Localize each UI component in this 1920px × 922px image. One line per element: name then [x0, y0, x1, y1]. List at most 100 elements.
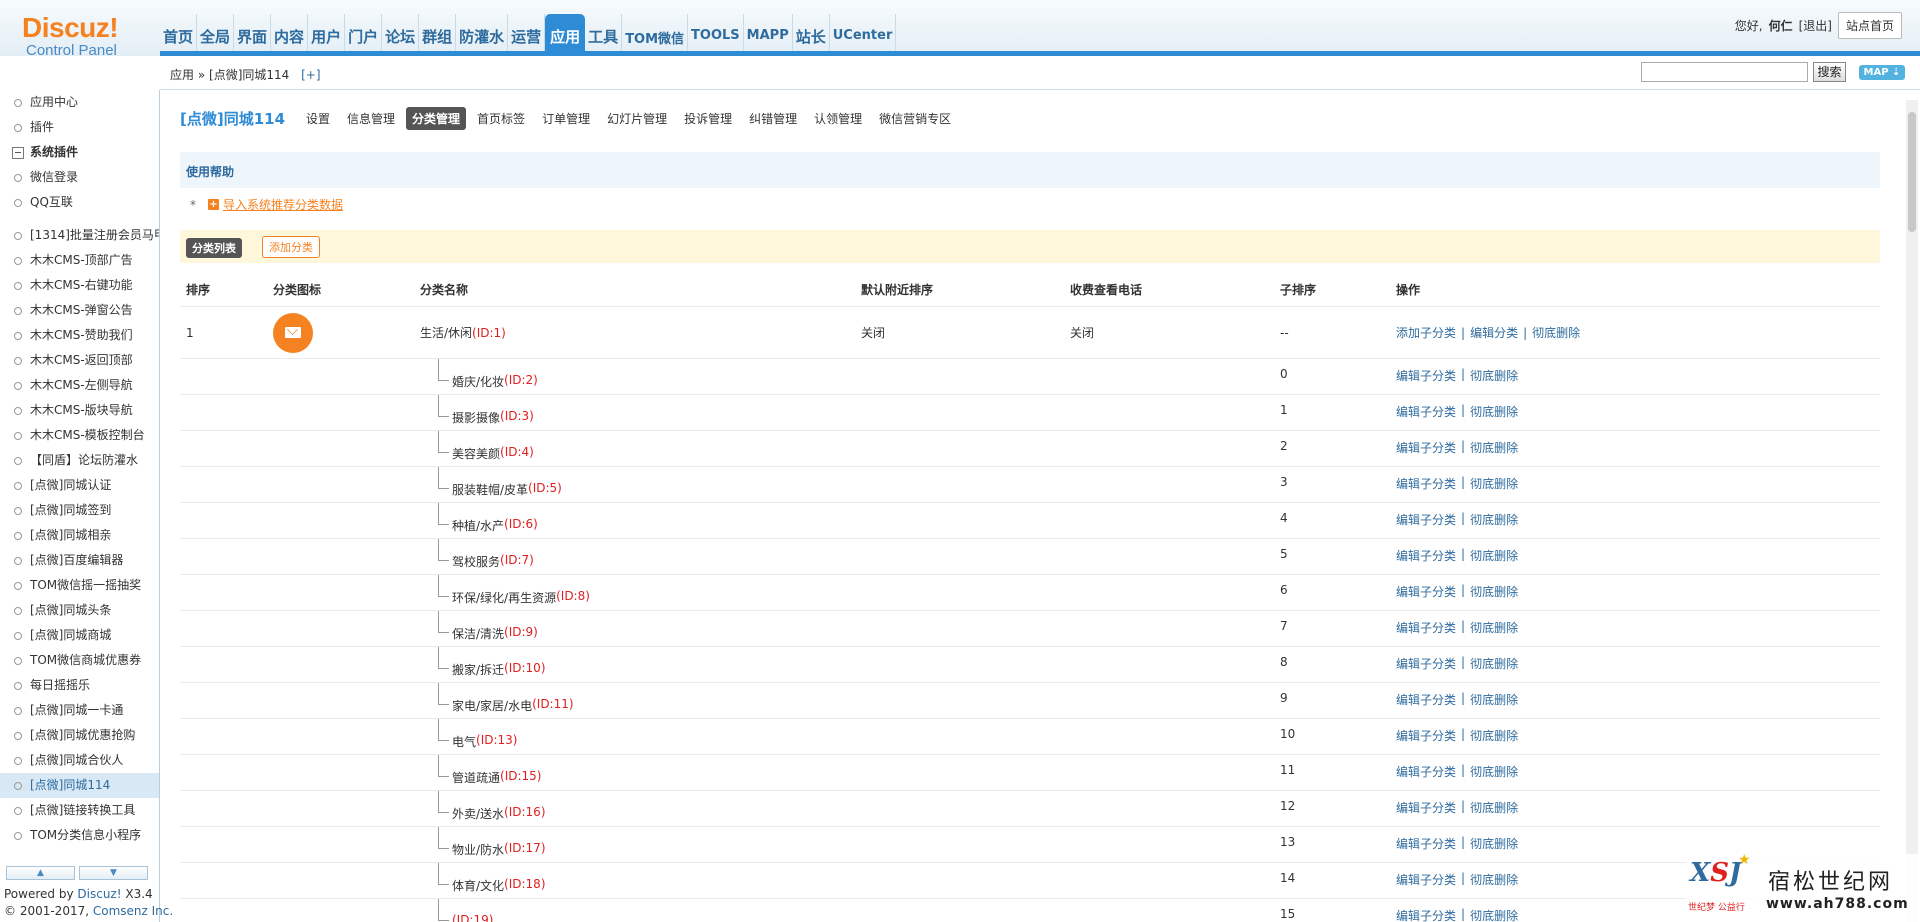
nav-item-7[interactable]: 群组: [419, 14, 457, 51]
sidebar-item[interactable]: [点微]同城头条: [0, 598, 159, 623]
sidebar-item[interactable]: 木木CMS-左侧导航: [0, 373, 159, 398]
logout-link[interactable]: [退出]: [1799, 17, 1832, 34]
sidebar-item[interactable]: 木木CMS-赞助我们: [0, 323, 159, 348]
sidebar-item[interactable]: [点微]链接转换工具: [0, 798, 159, 823]
edit-subcategory-link[interactable]: 编辑子分类: [1396, 871, 1456, 888]
sidebar-item[interactable]: [点微]同城商城: [0, 623, 159, 648]
delete-category-link[interactable]: 彻底删除: [1470, 727, 1518, 744]
sidebar-item[interactable]: 木木CMS-右键功能: [0, 273, 159, 298]
category-list-button[interactable]: 分类列表: [186, 238, 242, 258]
nav-item-15[interactable]: 站长: [793, 14, 830, 51]
add-category-button[interactable]: 添加分类: [262, 236, 320, 258]
breadcrumb-root[interactable]: 应用: [170, 68, 194, 82]
nav-item-2[interactable]: 界面: [234, 14, 272, 51]
edit-subcategory-link[interactable]: 编辑子分类: [1396, 619, 1456, 636]
nav-item-0[interactable]: 首页: [160, 14, 198, 51]
nav-item-16[interactable]: UCenter: [830, 14, 897, 51]
tab-9[interactable]: 微信营销专区: [873, 107, 957, 130]
edit-category-link[interactable]: 编辑分类: [1470, 324, 1518, 341]
edit-subcategory-link[interactable]: 编辑子分类: [1396, 547, 1456, 564]
discuz-logo[interactable]: Discuz! Control Panel: [22, 14, 142, 60]
delete-category-link[interactable]: 彻底删除: [1470, 403, 1518, 420]
tab-6[interactable]: 投诉管理: [678, 107, 738, 130]
sidebar-item[interactable]: [点微]同城一卡通: [0, 698, 159, 723]
edit-subcategory-link[interactable]: 编辑子分类: [1396, 655, 1456, 672]
tab-4[interactable]: 订单管理: [536, 107, 596, 130]
delete-category-link[interactable]: 彻底删除: [1470, 691, 1518, 708]
nav-item-3[interactable]: 内容: [271, 14, 309, 51]
sidebar-item[interactable]: [点微]同城114: [0, 773, 159, 798]
edit-subcategory-link[interactable]: 编辑子分类: [1396, 727, 1456, 744]
search-input[interactable]: [1641, 62, 1808, 82]
edit-subcategory-link[interactable]: 编辑子分类: [1396, 691, 1456, 708]
sidebar-item[interactable]: 木木CMS-返回顶部: [0, 348, 159, 373]
nav-item-8[interactable]: 防灌水: [456, 14, 509, 51]
delete-category-link[interactable]: 彻底删除: [1470, 547, 1518, 564]
tab-7[interactable]: 纠错管理: [743, 107, 803, 130]
edit-subcategory-link[interactable]: 编辑子分类: [1396, 583, 1456, 600]
sidebar-item[interactable]: TOM分类信息小程序: [0, 823, 159, 848]
edit-subcategory-link[interactable]: 编辑子分类: [1396, 475, 1456, 492]
sidebar-item[interactable]: 【同盾】论坛防灌水: [0, 448, 159, 473]
tab-2[interactable]: 分类管理: [406, 107, 467, 130]
nav-item-14[interactable]: MAPP: [744, 14, 793, 51]
sidebar-item[interactable]: [点微]百度编辑器: [0, 548, 159, 573]
delete-category-link[interactable]: 彻底删除: [1470, 799, 1518, 816]
sidebar-item[interactable]: 木木CMS-顶部广告: [0, 248, 159, 273]
sidebar-item[interactable]: 插件: [0, 115, 159, 140]
scrollbar-thumb[interactable]: [1908, 112, 1916, 232]
delete-category-link[interactable]: 彻底删除: [1470, 871, 1518, 888]
sidebar-item[interactable]: 木木CMS-弹窗公告: [0, 298, 159, 323]
delete-category-link[interactable]: 彻底删除: [1470, 619, 1518, 636]
edit-subcategory-link[interactable]: 编辑子分类: [1396, 907, 1456, 922]
sidebar-item[interactable]: 木木CMS-版块导航: [0, 398, 159, 423]
edit-subcategory-link[interactable]: 编辑子分类: [1396, 511, 1456, 528]
add-shortcut-link[interactable]: [+]: [301, 68, 320, 82]
sidebar-item[interactable]: 应用中心: [0, 90, 159, 115]
tab-0[interactable]: 设置: [300, 107, 336, 130]
nav-item-5[interactable]: 门户: [345, 14, 383, 51]
search-button[interactable]: 搜索: [1813, 62, 1846, 82]
add-subcategory-link[interactable]: 添加子分类: [1396, 324, 1456, 341]
sidebar-item[interactable]: TOM微信商城优惠券: [0, 648, 159, 673]
sidebar-item[interactable]: 木木CMS-模板控制台: [0, 423, 159, 448]
edit-subcategory-link[interactable]: 编辑子分类: [1396, 763, 1456, 780]
nav-item-13[interactable]: TOOLS: [688, 14, 744, 51]
nav-item-11[interactable]: 工具: [585, 14, 623, 51]
sidebar-scroll-down-icon[interactable]: ▼: [79, 866, 148, 880]
nav-item-9[interactable]: 运营: [508, 14, 546, 51]
nav-item-12[interactable]: TOM微信: [622, 14, 689, 51]
sidebar-item[interactable]: [点微]同城认证: [0, 473, 159, 498]
edit-subcategory-link[interactable]: 编辑子分类: [1396, 367, 1456, 384]
delete-category-link[interactable]: 彻底删除: [1470, 655, 1518, 672]
sidebar-item[interactable]: 每日摇摇乐: [0, 673, 159, 698]
sidebar-item[interactable]: [点微]同城签到: [0, 498, 159, 523]
tab-1[interactable]: 信息管理: [341, 107, 401, 130]
sidebar-item[interactable]: [点微]同城优惠抢购: [0, 723, 159, 748]
sidebar-item[interactable]: QQ互联: [0, 190, 159, 215]
edit-subcategory-link[interactable]: 编辑子分类: [1396, 799, 1456, 816]
tab-3[interactable]: 首页标签: [471, 107, 531, 130]
sidebar-item[interactable]: TOM微信摇一摇抽奖: [0, 573, 159, 598]
nav-item-4[interactable]: 用户: [308, 14, 346, 51]
edit-subcategory-link[interactable]: 编辑子分类: [1396, 439, 1456, 456]
site-home-button[interactable]: 站点首页: [1837, 11, 1902, 39]
delete-category-link[interactable]: 彻底删除: [1470, 511, 1518, 528]
delete-category-link[interactable]: 彻底删除: [1470, 475, 1518, 492]
delete-category-link[interactable]: 彻底删除: [1470, 439, 1518, 456]
sidebar-item[interactable]: 微信登录: [0, 165, 159, 190]
nav-item-10[interactable]: 应用: [545, 14, 586, 51]
tab-5[interactable]: 幻灯片管理: [601, 107, 673, 130]
delete-category-link[interactable]: 彻底删除: [1470, 907, 1518, 922]
delete-category-link[interactable]: 彻底删除: [1532, 324, 1580, 341]
delete-category-link[interactable]: 彻底删除: [1470, 763, 1518, 780]
tab-8[interactable]: 认领管理: [808, 107, 868, 130]
sidebar-item[interactable]: [点微]同城相亲: [0, 523, 159, 548]
edit-subcategory-link[interactable]: 编辑子分类: [1396, 403, 1456, 420]
nav-item-6[interactable]: 论坛: [382, 14, 420, 51]
sidebar-item[interactable]: [点微]同城合伙人: [0, 748, 159, 773]
sidebar-scroll-up-icon[interactable]: ▲: [6, 866, 75, 880]
sidebar-group-system[interactable]: 系统插件: [0, 140, 159, 165]
sidebar-item[interactable]: [1314]批量注册会员马甲: [0, 223, 159, 248]
delete-category-link[interactable]: 彻底删除: [1470, 835, 1518, 852]
